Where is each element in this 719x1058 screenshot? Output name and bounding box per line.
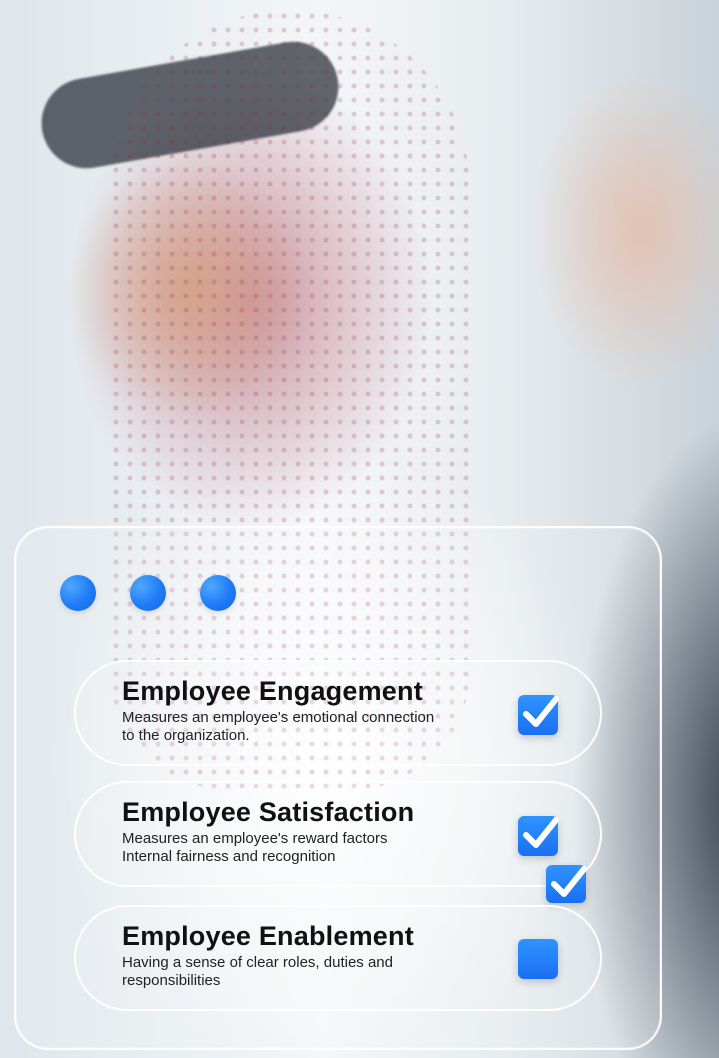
blue-dot-icon (130, 575, 166, 611)
card-employee-satisfaction: Employee Satisfaction Measures an employ… (74, 781, 602, 887)
card-description: Measures an employee's reward factors In… (122, 830, 388, 865)
card-employee-enablement: Employee Enablement Having a sense of cl… (74, 905, 602, 1011)
blue-dot-icon (200, 575, 236, 611)
card-title: Employee Enablement (122, 921, 414, 951)
card-title: Employee Satisfaction (122, 797, 415, 827)
check-icon (551, 866, 587, 897)
card-description: Having a sense of clear roles, duties an… (122, 954, 393, 989)
blue-dot-icon (60, 575, 96, 611)
card-description: Measures an employee's emotional connect… (122, 709, 435, 744)
checkbox-icon[interactable] (518, 816, 559, 856)
slide: Employee Engagement Measures an employee… (0, 0, 719, 1058)
card-text: Employee Engagement Measures an employee… (122, 676, 502, 745)
indicator-dots (60, 575, 236, 611)
check-icon (523, 696, 559, 727)
checkbox-icon[interactable] (546, 865, 587, 903)
card-employee-engagement: Employee Engagement Measures an employee… (74, 660, 602, 766)
card-text: Employee Enablement Having a sense of cl… (122, 921, 502, 990)
checkbox-icon[interactable] (518, 939, 558, 979)
card-text: Employee Satisfaction Measures an employ… (122, 797, 502, 866)
check-icon (523, 817, 559, 848)
checkbox-icon[interactable] (518, 695, 559, 735)
card-title: Employee Engagement (122, 676, 423, 706)
